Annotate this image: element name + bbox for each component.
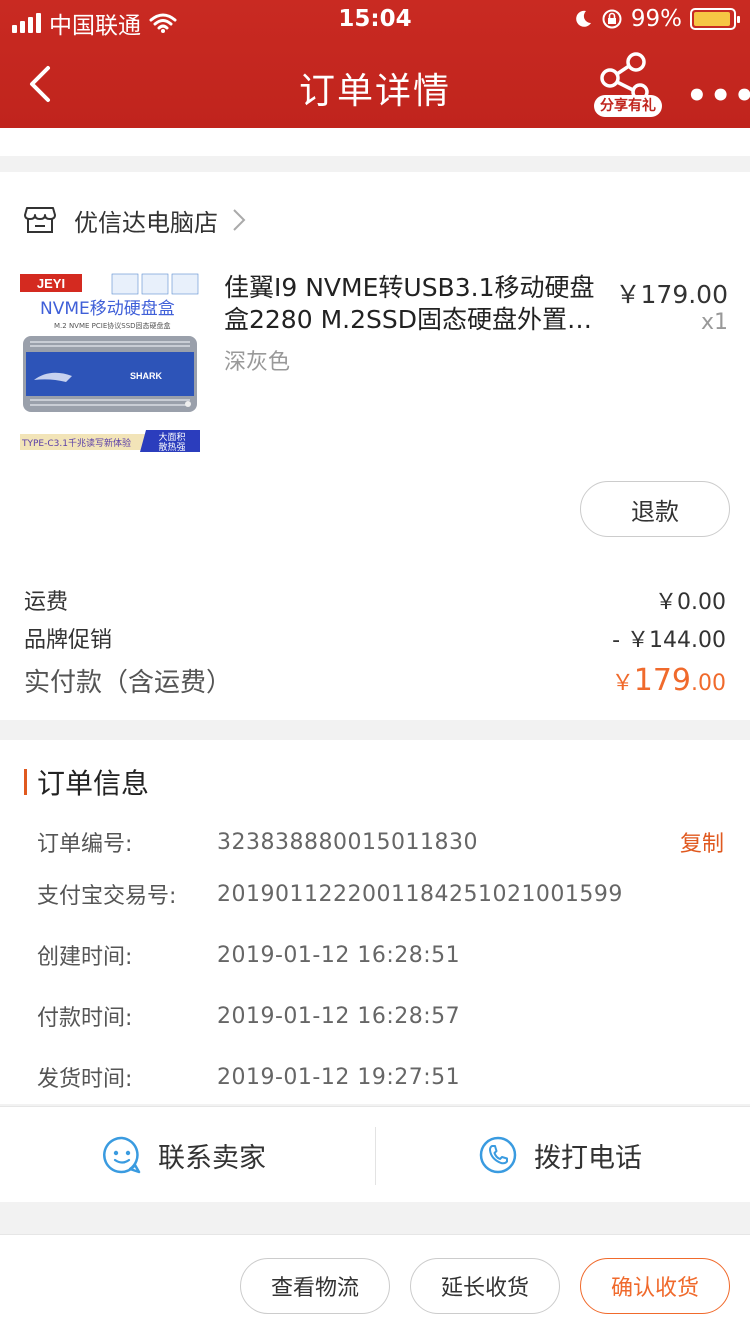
promo-label: 品牌促销 xyxy=(24,628,113,653)
total-decimal: .00 xyxy=(691,671,726,696)
order-info-card: 订单信息 订单编号: 323838880015011830 复制 支付宝交易号:… xyxy=(0,740,750,1104)
status-bar: 中国联通 15:04 99% xyxy=(0,0,750,40)
alipay-trade-label: 支付宝交易号: xyxy=(37,884,177,909)
shipped-time-row: 发货时间: 2019-01-12 19:27:51 xyxy=(37,1061,727,1093)
alipay-trade-row: 支付宝交易号: 2019011222001184251021001599 xyxy=(37,878,727,910)
product-qty: x1 xyxy=(700,310,728,335)
order-info-title: 订单信息 xyxy=(24,764,149,800)
total-row: 实付款（含运费） ￥179.00 xyxy=(24,662,726,699)
contact-seller-button[interactable]: 联系卖家 xyxy=(102,1107,266,1203)
image-headline: NVME移动硬盘盒 xyxy=(40,299,175,319)
share-gift-tag[interactable]: 分享有礼 xyxy=(594,95,662,117)
chevron-right-icon xyxy=(233,209,246,231)
copy-order-number-button[interactable]: 复制 xyxy=(680,826,724,858)
more-icon[interactable]: ••• xyxy=(686,76,750,116)
confirm-receipt-button[interactable]: 确认收货 xyxy=(580,1258,730,1314)
call-phone-button[interactable]: 拨打电话 xyxy=(478,1107,642,1203)
shipping-label: 运费 xyxy=(24,590,69,615)
image-device-brand: SHARK xyxy=(130,371,163,381)
image-brand: JEYI xyxy=(37,276,65,291)
top-strip xyxy=(0,128,750,156)
rotation-lock-icon xyxy=(602,9,622,29)
status-right: 99% xyxy=(573,6,740,32)
image-footer-right-1: 大面积 xyxy=(158,431,185,443)
phone-icon xyxy=(479,1136,517,1174)
product-spec: 深灰色 xyxy=(224,350,291,375)
image-sub: M.2 NVME PCIE协议SSD固态硬盘盒 xyxy=(54,321,171,330)
paid-time-label: 付款时间: xyxy=(37,1006,133,1031)
shipped-time-label: 发货时间: xyxy=(37,1067,133,1092)
shipping-fee-row: 运费 ￥0.00 xyxy=(24,584,726,616)
paid-time-row: 付款时间: 2019-01-12 16:28:57 xyxy=(37,1000,727,1032)
shop-icon xyxy=(24,207,56,233)
call-phone-label: 拨打电话 xyxy=(534,1142,642,1174)
created-time-label: 创建时间: xyxy=(37,945,133,970)
contact-seller-label: 联系卖家 xyxy=(158,1142,266,1174)
total-label: 实付款（含运费） xyxy=(24,668,233,698)
promo-value: - ￥144.00 xyxy=(612,628,726,653)
alipay-trade-value: 2019011222001184251021001599 xyxy=(217,881,623,907)
product-image[interactable]: JEYI NVME移动硬盘盒 M.2 NVME PCIE协议SSD固态硬盘盒 S… xyxy=(20,272,200,454)
total-integer: 179 xyxy=(633,663,691,698)
chat-bubble-icon xyxy=(103,1136,141,1174)
image-footer-right-2: 散热强 xyxy=(158,441,185,453)
order-number-value: 323838880015011830 xyxy=(217,829,478,855)
shipping-value: ￥0.00 xyxy=(655,590,726,615)
extend-receipt-button[interactable]: 延长收货 xyxy=(410,1258,560,1314)
contact-divider xyxy=(375,1127,376,1185)
product-title-line2: 盒2280 M.2SSD固态硬盘外置… xyxy=(224,305,592,334)
product-title-line1: 佳翼I9 NVME转USB3.1移动硬盘 xyxy=(224,273,595,302)
shipped-time-value: 2019-01-12 19:27:51 xyxy=(217,1064,461,1090)
order-item-card: 优信达电脑店 JEYI NVME移动硬盘盒 M.2 NVME PCIE协议SSD… xyxy=(0,172,750,720)
shop-name[interactable]: 优信达电脑店 xyxy=(74,203,218,238)
refund-button[interactable]: 退款 xyxy=(580,481,730,537)
app-header: 中国联通 15:04 99% 订单详情 分享有礼 •• xyxy=(0,0,750,128)
moon-icon xyxy=(576,10,591,27)
contact-card: 联系卖家 拨打电话 xyxy=(0,1106,750,1202)
paid-time-value: 2019-01-12 16:28:57 xyxy=(217,1003,461,1029)
total-currency: ￥ xyxy=(611,671,634,696)
created-time-row: 创建时间: 2019-01-12 16:28:51 xyxy=(37,939,727,971)
product-price: ￥179.00 xyxy=(615,280,728,309)
battery-percent: 99% xyxy=(630,6,682,32)
battery-icon xyxy=(690,8,740,30)
created-time-value: 2019-01-12 16:28:51 xyxy=(217,942,461,968)
title-accent-bar xyxy=(24,769,27,795)
promo-row: 品牌促销 - ￥144.00 xyxy=(24,622,726,654)
total-amount: ￥179.00 xyxy=(612,663,726,698)
bottom-action-bar: 查看物流 延长收货 确认收货 xyxy=(0,1234,750,1334)
order-number-row: 订单编号: 323838880015011830 xyxy=(37,826,727,858)
order-number-label: 订单编号: xyxy=(37,832,133,857)
view-logistics-button[interactable]: 查看物流 xyxy=(240,1258,390,1314)
shop-row[interactable]: 优信达电脑店 xyxy=(24,200,246,240)
order-info-heading: 订单信息 xyxy=(37,767,150,800)
image-footer-left: TYPE-C3.1千兆读写新体验 xyxy=(21,437,131,449)
product-title[interactable]: 佳翼I9 NVME转USB3.1移动硬盘 盒2280 M.2SSD固态硬盘外置… xyxy=(224,272,606,336)
